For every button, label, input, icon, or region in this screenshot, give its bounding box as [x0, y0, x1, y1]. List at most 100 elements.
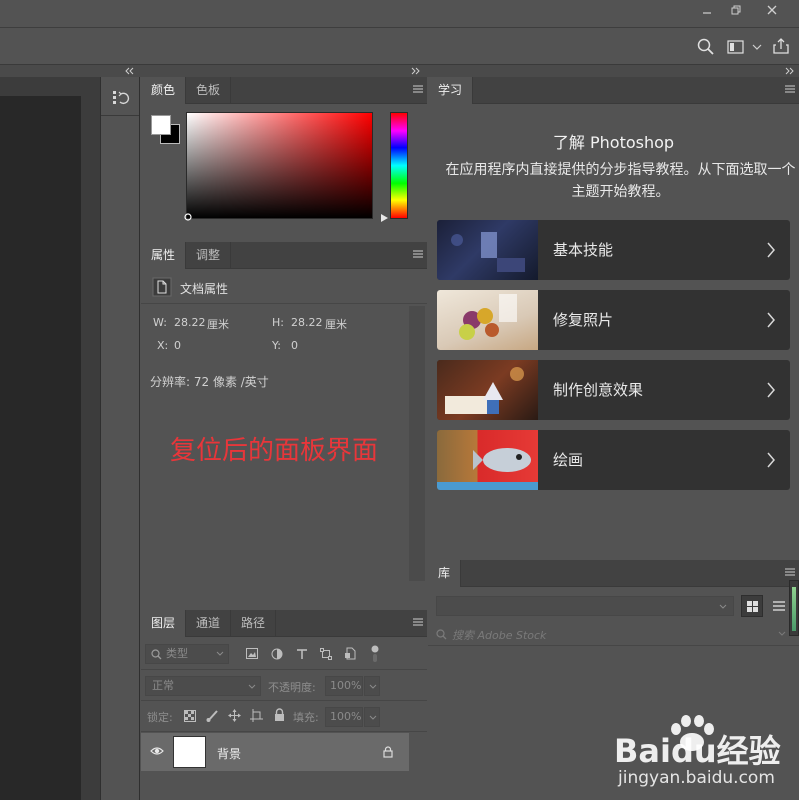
tutorial-label: 修复照片 [553, 311, 614, 329]
tab-channels[interactable]: 通道 [186, 610, 232, 637]
lock-artboard-icon[interactable] [250, 709, 263, 722]
minimize-button[interactable] [693, 0, 721, 20]
doc-props-header: 文档属性 [141, 270, 427, 304]
lock-icon [383, 746, 393, 758]
lock-row: 锁定: 填充: 100% [141, 702, 427, 732]
properties-tabs: 属性 调整 [141, 242, 427, 269]
tab-paths[interactable]: 路径 [231, 610, 277, 637]
search-icon [697, 38, 714, 55]
restore-button[interactable] [722, 0, 750, 20]
title-bar [0, 0, 799, 28]
stock-search-row[interactable]: 搜索 Adobe Stock [428, 622, 799, 646]
filter-toggle-icon[interactable] [370, 645, 380, 663]
visibility-eye-icon[interactable] [150, 746, 164, 756]
history-button[interactable] [112, 89, 130, 107]
share-button[interactable] [772, 37, 790, 55]
grid-view-button[interactable] [741, 595, 763, 617]
type-filter-icon[interactable] [296, 648, 308, 660]
doc-props-label: 文档属性 [180, 282, 229, 296]
blend-mode-value: 正常 [152, 679, 174, 692]
workspace-icon [727, 40, 744, 54]
x-value[interactable]: 0 [174, 339, 181, 352]
lock-position-icon[interactable] [228, 709, 241, 722]
tab-layers[interactable]: 图层 [141, 610, 187, 637]
chevron-down-icon [216, 651, 224, 656]
learn-panel: 学习 了解 Photoshop 在应用程序内直接提供的分步指导教程。从下面选取一… [428, 77, 799, 557]
library-select[interactable] [436, 596, 734, 616]
blend-mode-select[interactable]: 正常 [145, 676, 261, 696]
resolution-text: 分辨率: 72 像素 /英寸 [150, 375, 269, 389]
panel-menu-icon[interactable] [413, 85, 423, 93]
layer-item[interactable]: 背景 [141, 733, 409, 771]
pixel-filter-icon[interactable] [246, 648, 258, 659]
width-value[interactable]: 28.22 [174, 316, 206, 329]
width-label: W: [153, 316, 167, 329]
adjustment-filter-icon[interactable] [271, 648, 283, 660]
properties-scrollbar[interactable] [409, 306, 425, 581]
tutorial-card-basic-skills[interactable]: 基本技能 [437, 220, 790, 280]
properties-panel: 属性 调整 文档属性 W: 28.22 厘米 H: 28.22 厘米 X: 0 … [141, 242, 427, 608]
collapse-left-icon[interactable] [124, 67, 134, 75]
document-canvas[interactable] [0, 96, 81, 800]
search-button[interactable] [697, 38, 715, 56]
shape-filter-icon[interactable] [320, 648, 332, 660]
lock-all-icon[interactable] [274, 708, 285, 722]
panel-menu-icon[interactable] [413, 618, 423, 626]
baidu-watermark: Baidu经验 jingyan.baidu.com [612, 714, 797, 798]
tutorial-card-creative-effects[interactable]: 制作创意效果 [437, 360, 790, 420]
chevron-down-icon [248, 684, 256, 689]
tutorial-card-painting[interactable]: 绘画 [437, 430, 790, 490]
color-field[interactable] [186, 112, 373, 219]
minimize-icon [703, 12, 711, 14]
tab-swatches[interactable]: 色板 [186, 77, 232, 104]
opacity-dropdown[interactable] [364, 676, 380, 696]
close-icon [767, 5, 777, 15]
opacity-label: 不透明度: [268, 681, 316, 694]
watermark-url: jingyan.baidu.com [618, 768, 775, 788]
close-button[interactable] [756, 0, 788, 20]
layer-kind-filter[interactable]: 类型 [145, 644, 229, 664]
panel-menu-icon[interactable] [785, 85, 795, 93]
fill-dropdown[interactable] [364, 707, 380, 727]
tutorial-label: 绘画 [553, 451, 584, 469]
chevron-down-icon [719, 604, 727, 609]
learn-tabs: 学习 [428, 77, 799, 104]
panel-menu-icon[interactable] [413, 250, 423, 258]
tab-learn[interactable]: 学习 [428, 77, 474, 104]
foreground-color-swatch[interactable] [151, 115, 171, 135]
tab-library[interactable]: 库 [428, 560, 462, 587]
height-value[interactable]: 28.22 [291, 316, 323, 329]
tab-adjustments[interactable]: 调整 [186, 242, 232, 269]
stock-search-placeholder: 搜索 Adobe Stock [452, 629, 547, 642]
hue-slider[interactable] [390, 112, 408, 219]
panel-collapse-strip [0, 65, 799, 77]
collapse-right-icon[interactable] [411, 67, 421, 75]
lock-transparent-icon[interactable] [184, 710, 196, 722]
smart-object-filter-icon[interactable] [344, 647, 356, 660]
chevron-down-icon [778, 631, 786, 636]
fill-input[interactable]: 100% [325, 707, 363, 727]
panel-menu-icon[interactable] [785, 568, 795, 576]
list-view-button[interactable] [768, 595, 790, 617]
layer-name[interactable]: 背景 [217, 745, 241, 762]
tutorial-label: 基本技能 [553, 241, 614, 259]
height-label: H: [272, 316, 284, 329]
layer-kind-value: 类型 [166, 647, 188, 660]
workspace-dropdown[interactable] [752, 43, 762, 51]
y-value[interactable]: 0 [291, 339, 298, 352]
workspace-button[interactable] [727, 39, 745, 55]
color-picker-marker[interactable] [184, 213, 192, 221]
collapse-far-right-icon[interactable] [785, 67, 795, 75]
layer-filter-row: 类型 [141, 638, 427, 670]
tutorial-label: 制作创意效果 [553, 381, 644, 399]
hue-slider-handle[interactable] [381, 214, 389, 222]
lock-pixels-icon[interactable] [206, 709, 219, 722]
opacity-input[interactable]: 100% [325, 676, 363, 696]
chevron-right-icon [767, 382, 775, 398]
tutorial-card-fix-photos[interactable]: 修复照片 [437, 290, 790, 350]
document-icon [152, 277, 172, 297]
tab-properties[interactable]: 属性 [141, 242, 187, 269]
learn-description: 在应用程序内直接提供的分步指导教程。从下面选取一个主题开始教程。 [445, 162, 796, 200]
x-label: X: [157, 339, 169, 352]
tab-color[interactable]: 颜色 [141, 77, 187, 104]
